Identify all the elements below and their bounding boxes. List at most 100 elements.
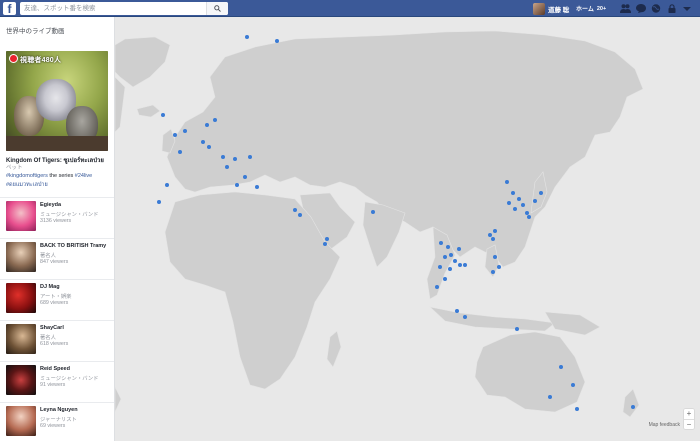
live-broadcast-marker[interactable] xyxy=(548,395,552,399)
live-broadcast-marker[interactable] xyxy=(438,265,442,269)
live-broadcast-marker[interactable] xyxy=(293,208,297,212)
live-broadcast-marker[interactable] xyxy=(527,215,531,219)
friend-requests-icon[interactable] xyxy=(620,4,631,13)
live-broadcast-marker[interactable] xyxy=(507,201,511,205)
madagascar-landmass xyxy=(326,330,342,368)
live-broadcast-marker[interactable] xyxy=(443,255,447,259)
live-video-list-item[interactable]: Leyna Nguyen ジャーナリスト 69 viewers xyxy=(0,402,114,441)
live-broadcast-marker[interactable] xyxy=(505,180,509,184)
live-broadcast-marker[interactable] xyxy=(178,150,182,154)
live-broadcast-marker[interactable] xyxy=(539,191,543,195)
globe-notifications-icon[interactable] xyxy=(651,4,661,13)
live-broadcast-marker[interactable] xyxy=(298,213,302,217)
live-broadcast-marker[interactable] xyxy=(559,365,563,369)
live-broadcast-marker[interactable] xyxy=(248,155,252,159)
world-live-map[interactable]: + − Map feedback xyxy=(115,17,700,441)
zoom-out-button[interactable]: − xyxy=(684,419,694,429)
viewers-count-overlay: 視聴者480人 xyxy=(20,57,62,64)
live-broadcast-marker[interactable] xyxy=(511,191,515,195)
live-broadcast-marker[interactable] xyxy=(631,405,635,409)
video-thumbnail xyxy=(6,283,36,313)
live-broadcast-marker[interactable] xyxy=(457,247,461,251)
live-video-list-item[interactable]: BACK TO BRITISH Tramy 著名人 847 viewers xyxy=(0,238,114,279)
live-broadcast-marker[interactable] xyxy=(453,259,457,263)
live-broadcast-marker[interactable] xyxy=(205,123,209,127)
avatar xyxy=(533,2,545,15)
live-broadcast-marker[interactable] xyxy=(275,39,279,43)
live-broadcast-marker[interactable] xyxy=(455,309,459,313)
search-input[interactable] xyxy=(24,2,204,15)
live-video-list-item[interactable]: DJ Mag アート・娯楽 689 viewers xyxy=(0,279,114,320)
live-broadcast-marker[interactable] xyxy=(157,200,161,204)
live-broadcast-marker[interactable] xyxy=(443,277,447,281)
live-broadcast-marker[interactable] xyxy=(491,270,495,274)
live-video-list-item[interactable]: Reid Speed ミュージシャン・バンド 91 viewers xyxy=(0,361,114,402)
video-thumbnail xyxy=(6,365,36,395)
live-video-list-item[interactable]: Egieyda ミュージシャン・バンド 3136 viewers xyxy=(0,197,114,238)
hashtag-link[interactable]: #kingdomoftigers xyxy=(6,173,48,179)
search-button[interactable] xyxy=(206,2,228,15)
live-broadcast-marker[interactable] xyxy=(449,253,453,257)
profile-link[interactable]: 道藤 聡 xyxy=(533,2,569,15)
live-broadcast-marker[interactable] xyxy=(446,245,450,249)
hashtag-link[interactable]: #24live xyxy=(75,173,92,179)
live-broadcast-marker[interactable] xyxy=(161,113,165,117)
home-link[interactable]: ホーム 20+ xyxy=(576,2,606,15)
lock-icon[interactable] xyxy=(668,4,676,13)
live-broadcast-marker[interactable] xyxy=(517,197,521,201)
landmass-layer xyxy=(115,30,644,418)
broadcaster-category: 著名人 xyxy=(40,253,56,259)
video-thumbnail xyxy=(6,201,36,231)
zoom-in-button[interactable]: + xyxy=(684,409,694,419)
live-broadcast-marker[interactable] xyxy=(571,383,575,387)
live-broadcast-marker[interactable] xyxy=(497,265,501,269)
live-broadcast-marker[interactable] xyxy=(221,155,225,159)
live-broadcast-marker[interactable] xyxy=(491,237,495,241)
live-broadcast-marker[interactable] xyxy=(448,267,452,271)
live-broadcast-marker[interactable] xyxy=(513,207,517,211)
live-broadcast-marker[interactable] xyxy=(207,145,211,149)
live-broadcast-marker[interactable] xyxy=(525,211,529,215)
live-broadcast-marker[interactable] xyxy=(371,210,375,214)
live-broadcast-marker[interactable] xyxy=(439,241,443,245)
live-broadcast-marker[interactable] xyxy=(435,285,439,289)
account-menu-icon[interactable] xyxy=(683,4,691,13)
search-icon xyxy=(214,5,221,12)
viewer-count: 91 viewers xyxy=(40,382,66,388)
viewer-count: 689 viewers xyxy=(40,300,69,306)
live-broadcast-marker[interactable] xyxy=(201,140,205,144)
live-broadcast-marker[interactable] xyxy=(243,175,247,179)
hashtag-link[interactable]: #ดยแมวทะเลป่าย xyxy=(6,182,48,188)
broadcaster-category: ジャーナリスト xyxy=(40,417,77,423)
broadcaster-category: ミュージシャン・バンド xyxy=(40,212,99,218)
live-broadcast-marker[interactable] xyxy=(183,129,187,133)
live-broadcast-marker[interactable] xyxy=(233,157,237,161)
live-broadcast-marker[interactable] xyxy=(533,199,537,203)
live-broadcast-marker[interactable] xyxy=(165,183,169,187)
live-broadcast-marker[interactable] xyxy=(245,35,249,39)
live-broadcast-marker[interactable] xyxy=(225,165,229,169)
live-broadcast-marker[interactable] xyxy=(575,407,579,411)
live-broadcast-marker[interactable] xyxy=(493,255,497,259)
world-map-canvas[interactable] xyxy=(115,17,700,441)
live-broadcast-marker[interactable] xyxy=(235,183,239,187)
live-broadcast-marker[interactable] xyxy=(325,237,329,241)
live-video-list-item[interactable]: ShayCarl 著名人 618 viewers xyxy=(0,320,114,361)
messages-icon[interactable] xyxy=(636,4,646,13)
live-broadcast-marker[interactable] xyxy=(463,315,467,319)
live-broadcast-marker[interactable] xyxy=(515,327,519,331)
live-broadcast-marker[interactable] xyxy=(493,229,497,233)
live-broadcast-marker[interactable] xyxy=(173,133,177,137)
live-broadcast-marker[interactable] xyxy=(323,242,327,246)
broadcaster-name: Reid Speed xyxy=(40,366,70,372)
live-broadcast-marker[interactable] xyxy=(521,203,525,207)
live-broadcast-marker[interactable] xyxy=(213,118,217,122)
featured-video-thumbnail[interactable]: 視聴者480人 xyxy=(6,51,108,151)
live-broadcast-marker[interactable] xyxy=(458,263,462,267)
map-feedback-link[interactable]: Map feedback xyxy=(649,422,680,428)
broadcaster-name: Leyna Nguyen xyxy=(40,407,78,413)
live-broadcast-marker[interactable] xyxy=(463,263,467,267)
live-broadcast-marker[interactable] xyxy=(255,185,259,189)
live-broadcast-marker[interactable] xyxy=(488,233,492,237)
facebook-logo[interactable]: f xyxy=(3,2,16,15)
